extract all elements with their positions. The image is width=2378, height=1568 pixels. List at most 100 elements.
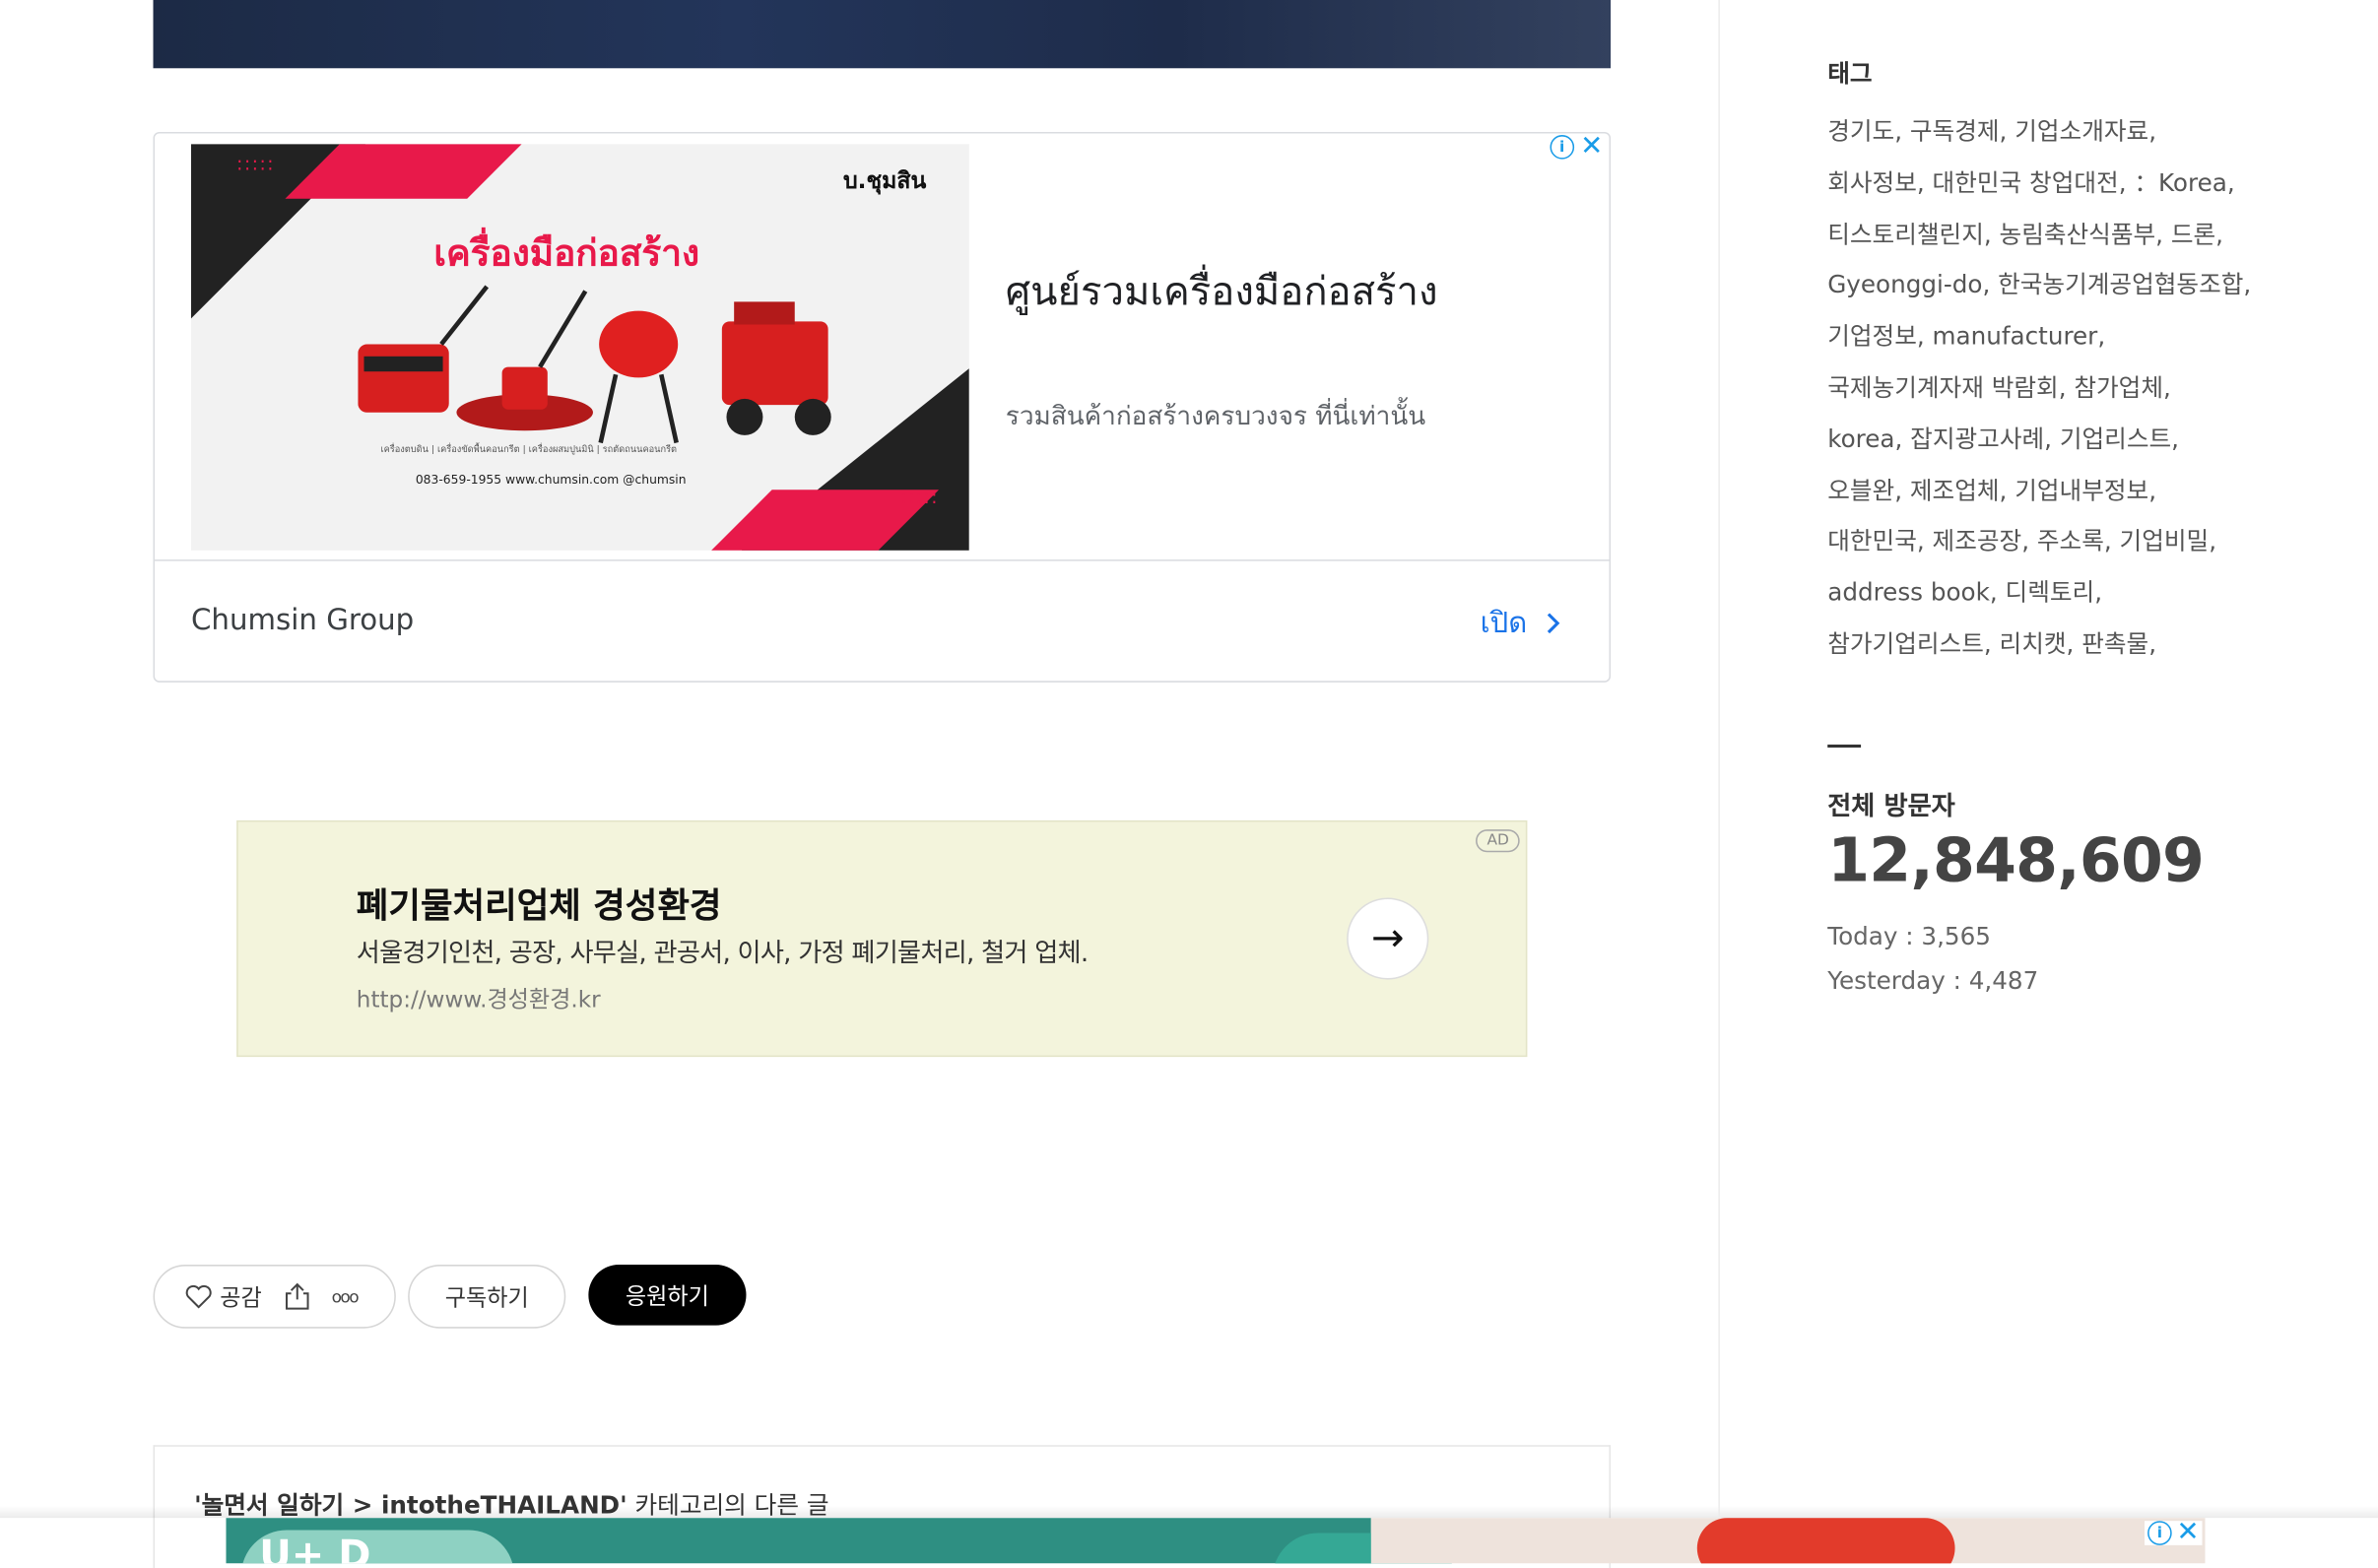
tag-link[interactable]: 오블완 [1827, 476, 1894, 504]
ad-image-contact: 083-659-1955 www.chumsin.com @chumsin [415, 473, 687, 488]
tag-separator: , [2226, 167, 2235, 197]
tag-link[interactable]: 기업소개자료 [2015, 117, 2148, 146]
display-ad-card[interactable]: ::::: บ.ชุมสิน เครื่องมือก่อสร้าง เครื่อ… [153, 131, 1612, 683]
support-button[interactable]: 응원하기 [588, 1265, 747, 1326]
tag-link[interactable]: 대한민국 창업대전 [1933, 168, 2119, 197]
heart-icon [185, 1284, 212, 1309]
anchor-ad-text: U+ D [259, 1533, 371, 1564]
section-dash [1827, 744, 1862, 749]
tag-separator: , [2103, 526, 2120, 556]
tag-separator: , [2171, 424, 2179, 454]
tag-separator: , [1999, 116, 2015, 146]
anchor-ad-choices[interactable]: i ✕ [2144, 1519, 2203, 1546]
tag-separator: , [2243, 270, 2252, 299]
tag-link[interactable]: 기업정보 [1827, 322, 1917, 351]
tag-row: 경기도, 구독경제, 기업소개자료, [1827, 106, 2313, 158]
tag-link[interactable]: 제조업체 [1910, 476, 2000, 504]
tag-link[interactable]: 드론 [2171, 220, 2215, 248]
tag-separator: , [1983, 628, 2000, 659]
tag-row: 회사정보, 대한민국 창업대전, ：Korea, [1827, 158, 2313, 209]
tag-link[interactable]: 주소록 [2037, 527, 2104, 555]
tag-separator: , [2215, 219, 2224, 248]
ad-image-dots-br: ::::: [900, 487, 940, 508]
tag-link[interactable]: 경기도 [1827, 117, 1894, 146]
tag-separator: , [2097, 321, 2106, 351]
tag-separator: , [1983, 219, 2000, 248]
text-ad-banner[interactable]: AD 폐기물처리업체 경성환경 서울경기인천, 공장, 사무실, 관공서, 이사… [236, 819, 1528, 1058]
close-icon[interactable]: ✕ [2176, 1519, 2199, 1546]
tag-link[interactable]: address book [1827, 578, 1990, 607]
ad-open-button[interactable]: เปิด [1481, 601, 1560, 646]
ad-description[interactable]: รวมสินค้าก่อสร้างครบวงจร ที่นี่เท่านั้น [1006, 396, 1425, 437]
sidebar-divider [1718, 0, 1720, 1517]
tag-row: address book, 디렉토리, [1827, 567, 2313, 619]
tag-separator: , [1894, 475, 1910, 505]
tag-separator: , [2163, 372, 2171, 402]
visitors-title: 전체 방문자 [1827, 791, 1955, 822]
tag-link[interactable]: 티스토리챌린지 [1827, 220, 1984, 248]
tag-link[interactable]: manufacturer [1933, 322, 2098, 351]
ad-choices[interactable]: i ✕ [1550, 133, 1603, 161]
tag-link[interactable]: 참가업체 [2074, 373, 2163, 402]
tag-separator: , [2148, 628, 2157, 659]
tag-link[interactable]: 기업리스트 [2060, 425, 2171, 453]
tag-separator: , [1894, 424, 1911, 454]
share-icon[interactable] [283, 1281, 310, 1312]
tag-link[interactable]: 제조공장 [1933, 527, 2022, 555]
tag-link[interactable]: 잡지광고사례 [1910, 425, 2044, 453]
ad-banner-title[interactable]: 폐기물처리업체 경성환경 [357, 877, 722, 928]
tag-link[interactable]: korea [1827, 425, 1894, 453]
tag-separator: , [2209, 526, 2217, 556]
tag-separator: , [1989, 577, 2006, 608]
tag-link[interactable]: 구독경제 [1910, 117, 2000, 146]
post-hero-image [153, 0, 1612, 69]
tag-separator: , [2058, 372, 2075, 402]
tag-link[interactable]: 한국농기계공업협동조합 [1998, 271, 2243, 299]
close-icon[interactable]: ✕ [1580, 133, 1603, 161]
tag-link[interactable]: 대한민국 [1827, 527, 1917, 555]
ad-image[interactable]: ::::: บ.ชุมสิน เครื่องมือก่อสร้าง เครื่อ… [190, 144, 969, 551]
tag-link[interactable]: 농림축산식품부 [2000, 220, 2156, 248]
tag-link[interactable]: 회사정보 [1827, 168, 1917, 197]
anchor-ad-shadow [0, 1505, 2378, 1519]
subscribe-button[interactable]: 구독하기 [408, 1265, 566, 1329]
arrow-right-icon[interactable]: → [1347, 897, 1429, 980]
info-icon[interactable]: i [2147, 1521, 2172, 1545]
tag-link[interactable]: 참가기업리스트 [1827, 629, 1984, 658]
like-label: 공감 [220, 1283, 262, 1311]
tag-row: 대한민국, 제조공장, 주소록, 기업비밀, [1827, 516, 2313, 567]
tag-separator: , [1894, 116, 1910, 146]
tag-row: Gyeonggi-do, 한국농기계공업협동조합, [1827, 260, 2313, 311]
tag-separator: , [1916, 167, 1933, 197]
tag-link[interactable]: ：Korea [2134, 168, 2226, 197]
visitors-yesterday: Yesterday : 4,487 [1827, 965, 2039, 995]
tag-separator: , [1999, 475, 2015, 505]
ad-banner-url[interactable]: http://www.경성환경.kr [357, 983, 601, 1014]
tag-separator: , [1982, 270, 1999, 299]
like-button[interactable]: 공감 [185, 1280, 262, 1312]
ad-image-brand: บ.ชุมสิน [843, 166, 927, 195]
ad-badge: AD [1476, 829, 1520, 853]
more-icon[interactable]: ooo [332, 1286, 360, 1306]
tag-list: 경기도, 구독경제, 기업소개자료, 회사정보, 대한민국 창업대전, ：Kor… [1827, 106, 2313, 670]
tag-link[interactable]: 국제농기계자재 박람회 [1827, 373, 2058, 402]
ad-image-dots: ::::: [236, 153, 276, 175]
tag-row: 국제농기계자재 박람회, 참가업체, [1827, 362, 2313, 414]
anchor-ad-product-image [1696, 1518, 1955, 1564]
anchor-ad-banner[interactable]: U+ D [226, 1518, 2206, 1564]
tag-link[interactable]: Gyeonggi-do [1827, 271, 1982, 299]
tag-link[interactable]: 디렉토리 [2006, 578, 2095, 607]
tag-separator: , [1916, 321, 1933, 351]
tag-link[interactable]: 기업내부정보 [2015, 476, 2148, 504]
tag-link[interactable]: 기업비밀 [2120, 527, 2210, 555]
tag-link[interactable]: 판촉물 [2081, 629, 2148, 658]
ad-title[interactable]: ศูนย์รวมเครื่องมือก่อสร้าง [1006, 261, 1438, 323]
tag-separator: , [2118, 167, 2135, 197]
tag-separator: , [2155, 219, 2171, 248]
tags-title: 태그 [1827, 59, 1873, 89]
info-icon[interactable]: i [1550, 135, 1574, 160]
visitors-today: Today : 3,565 [1827, 922, 1991, 951]
ad-advertiser-name[interactable]: Chumsin Group [191, 604, 414, 637]
tag-row: 오블완, 제조업체, 기업내부정보, [1827, 465, 2313, 516]
tag-link[interactable]: 리치캣 [2000, 629, 2067, 658]
